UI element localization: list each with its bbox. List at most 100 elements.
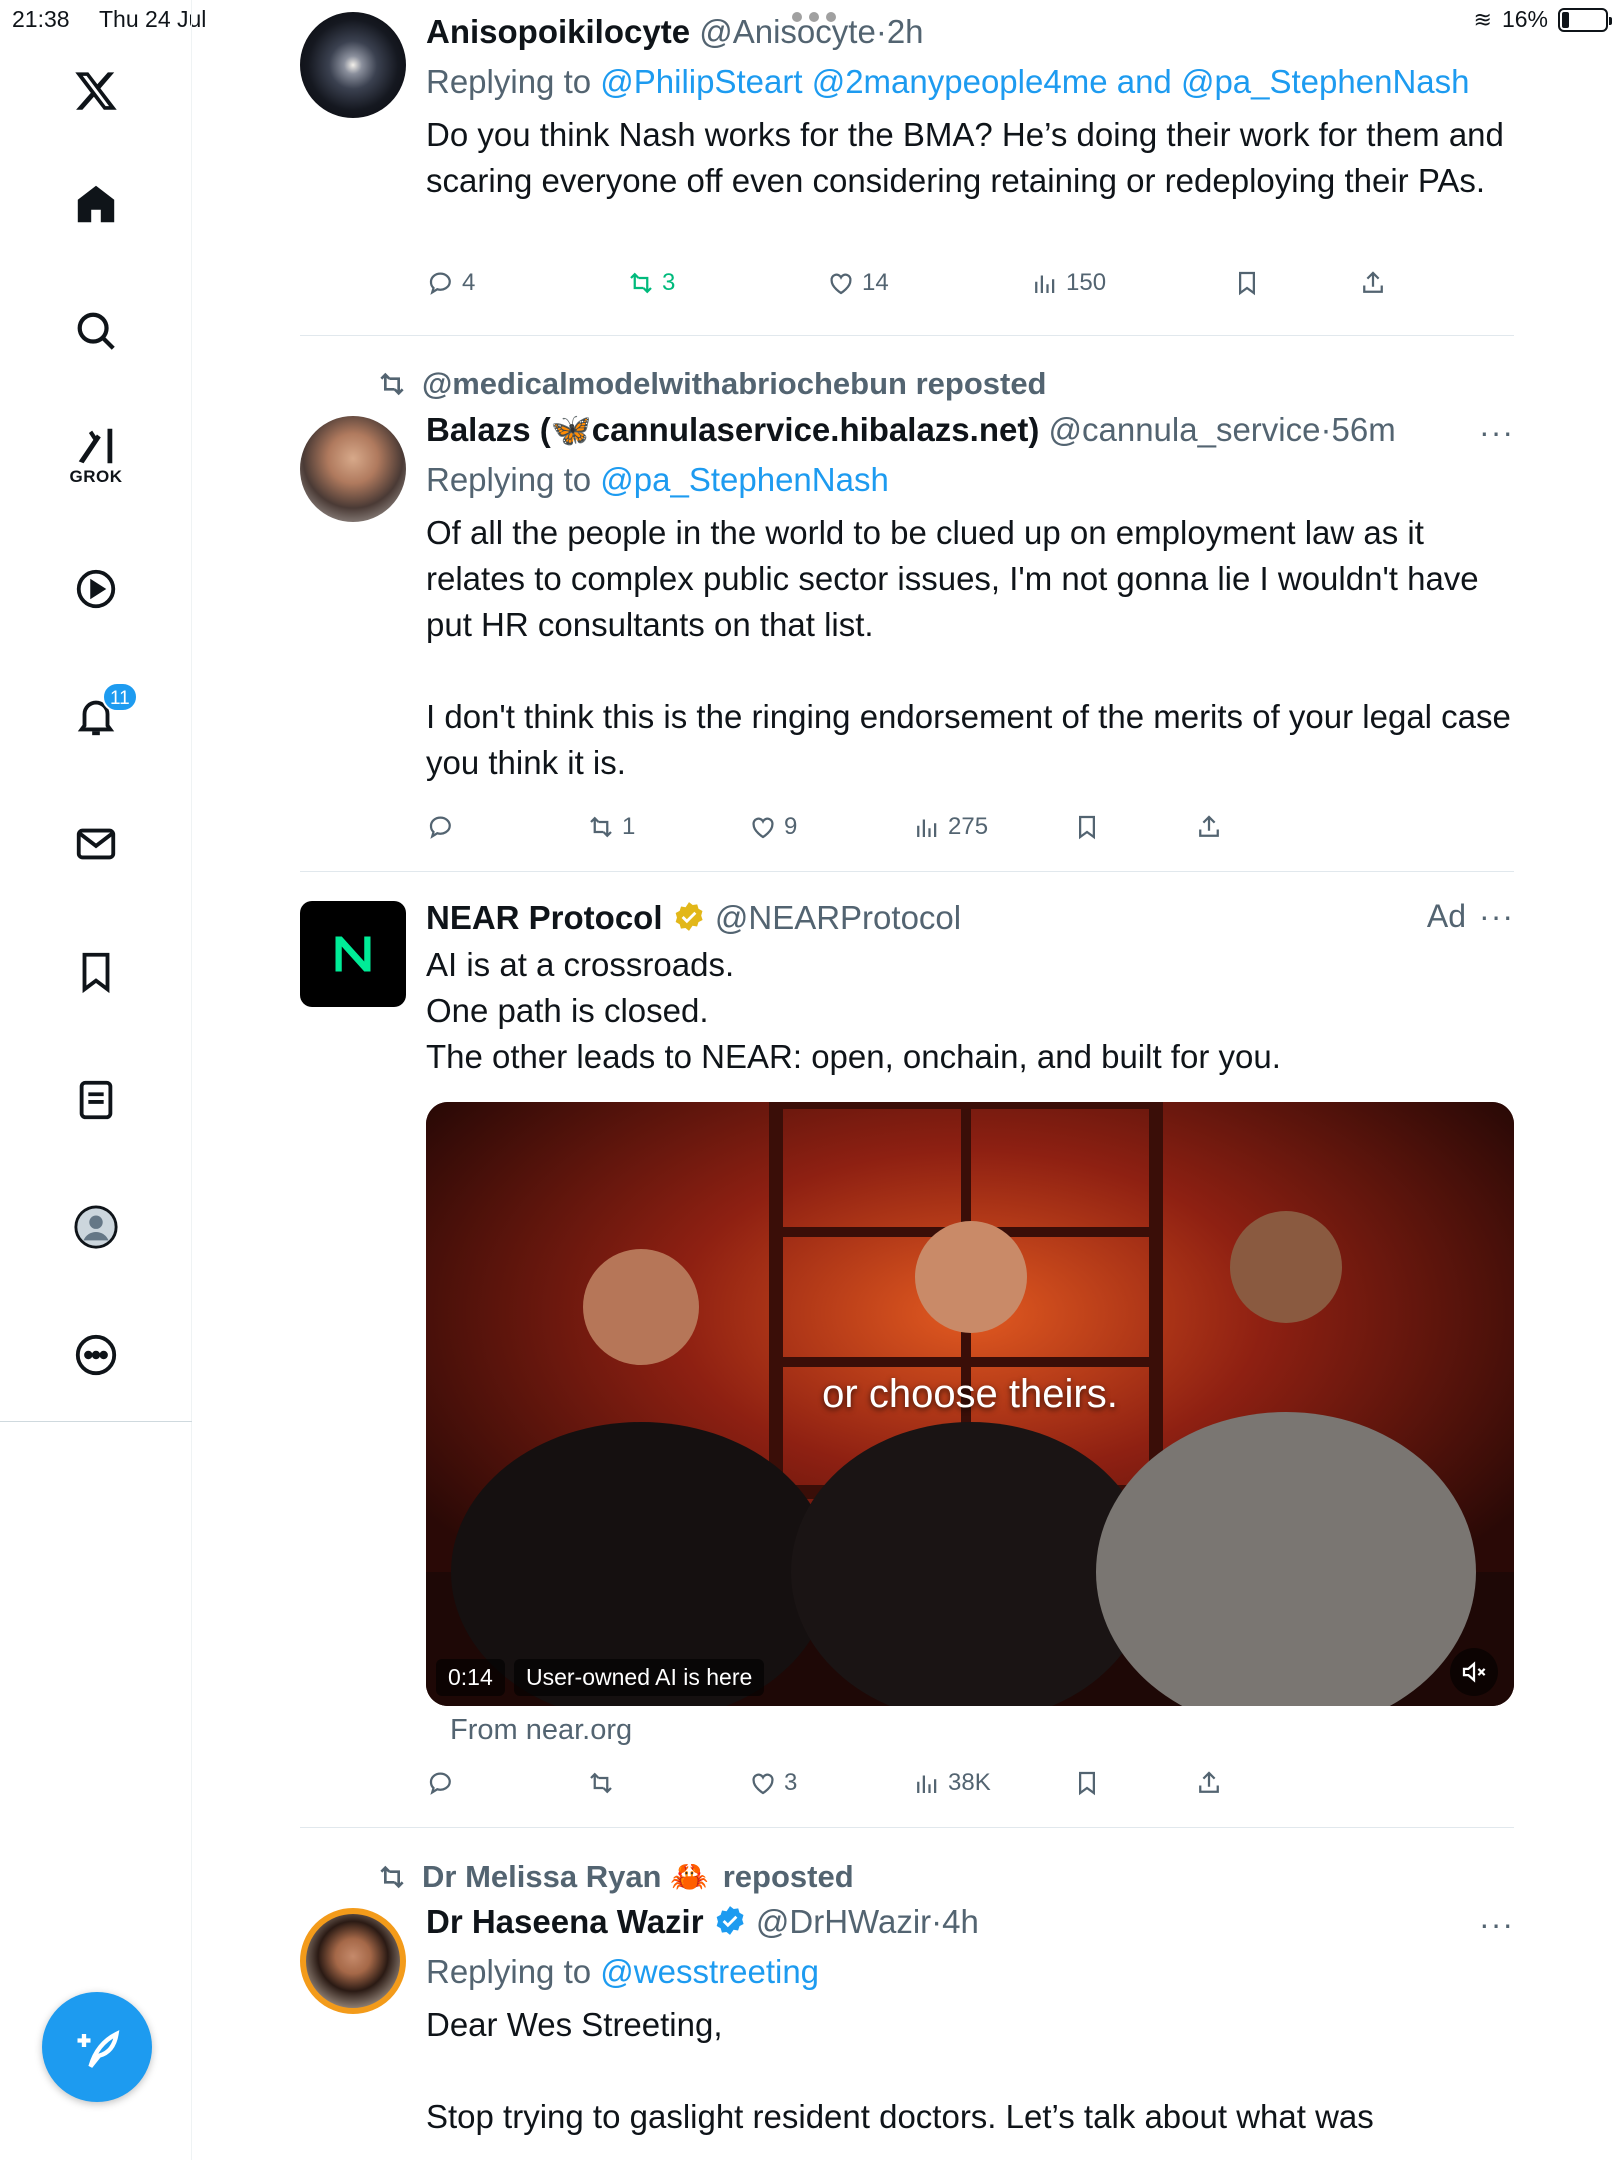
- separator-dot: ·: [875, 13, 887, 50]
- replying-prefix: Replying to: [426, 1953, 592, 1990]
- tweet-text: AI is at a crossroads. One path is close…: [426, 946, 1281, 1075]
- tweet-header: Dr Haseena Wazir @DrHWazir·4h: [426, 1900, 1514, 1944]
- replying-prefix: Replying to: [426, 63, 592, 100]
- avatar[interactable]: [300, 1908, 406, 2014]
- tweet-text: Of all the people in the world to be clu…: [426, 514, 1511, 781]
- video-player[interactable]: or choose theirs. 0:14 User-owned AI is …: [426, 1102, 1514, 1706]
- repost-button[interactable]: 1: [586, 812, 635, 842]
- avatar[interactable]: [300, 416, 406, 522]
- more-options-button[interactable]: ···: [1479, 898, 1514, 935]
- more-options-button[interactable]: ···: [1479, 1906, 1514, 1943]
- author-name[interactable]: Dr Haseena Wazir: [426, 1903, 704, 1940]
- share-button[interactable]: [1194, 812, 1224, 842]
- like-count: 14: [862, 269, 889, 296]
- author-name[interactable]: Balazs (🦋cannulaservice.hibalazs.net): [426, 411, 1039, 448]
- reposted-by[interactable]: @medicalmodelwithabriochebun reposted: [422, 366, 1047, 402]
- like-button[interactable]: 9: [748, 812, 797, 842]
- grok-icon[interactable]: GROK: [60, 415, 132, 505]
- author-handle[interactable]: @NEARProtocol: [715, 899, 961, 936]
- tweet-header: Anisopoikilocyte @Anisocyte·2h: [426, 10, 1514, 54]
- replying-to-link[interactable]: @wesstreeting: [600, 1953, 819, 1990]
- repost-button[interactable]: [586, 1768, 622, 1798]
- repost-context: @medicalmodelwithabriochebun reposted: [376, 366, 1047, 402]
- reply-button[interactable]: 4: [426, 268, 475, 298]
- mail-icon[interactable]: [60, 808, 132, 880]
- view-count: 38K: [948, 1769, 991, 1796]
- replying-to: Replying to @PhilipSteart @2manypeople4m…: [426, 58, 1514, 106]
- views-button[interactable]: 150: [1030, 268, 1106, 298]
- compose-button[interactable]: [42, 1992, 152, 2102]
- repost-count: 3: [662, 269, 676, 296]
- tweet-header: NEAR Protocol @NEARProtocol: [426, 896, 1514, 940]
- replying-to-link[interactable]: @PhilipSteart @2manypeople4me and @pa_St…: [600, 63, 1469, 100]
- like-button[interactable]: 14: [826, 268, 889, 298]
- view-count: 150: [1066, 269, 1107, 296]
- bookmark-button[interactable]: [1072, 1768, 1102, 1798]
- repost-count: 1: [622, 813, 636, 840]
- share-button[interactable]: [1358, 268, 1388, 298]
- views-button[interactable]: 38K: [912, 1768, 991, 1798]
- bookmark-button[interactable]: [1232, 268, 1262, 298]
- search-icon[interactable]: [60, 295, 132, 367]
- tweet-header: Balazs (🦋cannulaservice.hibalazs.net) @c…: [426, 408, 1514, 452]
- reposted-suffix: reposted: [722, 1858, 854, 1894]
- tweet-divider: [300, 335, 1514, 336]
- replying-to: Replying to @pa_StephenNash: [426, 456, 1514, 504]
- separator-dot: ·: [931, 1903, 943, 1940]
- timestamp[interactable]: 4h: [942, 1903, 979, 1940]
- home-icon[interactable]: [60, 168, 132, 240]
- repost-icon: [380, 372, 404, 396]
- video-icon[interactable]: [60, 553, 132, 625]
- tweet-divider: [300, 871, 1514, 872]
- bookmark-button[interactable]: [1072, 812, 1102, 842]
- view-count: 275: [948, 813, 989, 840]
- tweet-text: Do you think Nash works for the BMA? He’…: [426, 116, 1504, 199]
- reply-button[interactable]: [426, 1768, 462, 1798]
- lists-icon[interactable]: [60, 1064, 132, 1136]
- verified-icon: [716, 1906, 744, 1935]
- bookmark-icon[interactable]: [60, 936, 132, 1008]
- views-button[interactable]: 275: [912, 812, 988, 842]
- like-count: 3: [784, 1769, 798, 1796]
- more-options-button[interactable]: ···: [1479, 414, 1514, 451]
- tweet-actions: 4 3 14 150: [426, 268, 1416, 308]
- reply-button[interactable]: [426, 812, 462, 842]
- separator-dot: ·: [1320, 411, 1332, 448]
- near-logo-avatar[interactable]: [300, 901, 406, 1007]
- notifications-badge: 11: [102, 682, 138, 712]
- ad-label: Ad: [1426, 898, 1466, 934]
- share-button[interactable]: [1194, 1768, 1224, 1798]
- like-button[interactable]: 3: [748, 1768, 797, 1798]
- bell-icon[interactable]: 11: [60, 680, 138, 752]
- author-name[interactable]: Anisopoikilocyte: [426, 13, 690, 50]
- battery-icon: [1558, 7, 1612, 32]
- author-name[interactable]: NEAR Protocol: [426, 899, 663, 936]
- more-icon[interactable]: [60, 1319, 132, 1391]
- video-caption: or choose theirs.: [822, 1372, 1118, 1416]
- tweet-actions: 3 38K: [426, 1768, 1416, 1808]
- mute-icon[interactable]: [1450, 1648, 1498, 1696]
- gold-verified-icon: [675, 902, 703, 931]
- reply-count: 4: [462, 269, 476, 296]
- repost-context: Dr Melissa Ryan 🦀 reposted: [376, 1858, 854, 1895]
- timestamp[interactable]: 56m: [1331, 411, 1395, 448]
- profile-icon[interactable]: [60, 1191, 132, 1263]
- like-count: 9: [784, 813, 798, 840]
- replying-to-link[interactable]: @pa_StephenNash: [600, 461, 889, 498]
- repost-button[interactable]: 3: [626, 268, 675, 298]
- video-title: User-owned AI is here: [514, 1659, 765, 1696]
- x-logo-icon[interactable]: [60, 55, 132, 127]
- author-handle[interactable]: @Anisocyte: [699, 13, 876, 50]
- timestamp[interactable]: 2h: [887, 13, 924, 50]
- tweet-divider: [300, 1827, 1514, 1828]
- avatar[interactable]: [300, 12, 406, 118]
- tweet-text: Dear Wes Streeting, Stop trying to gasli…: [426, 2006, 1374, 2135]
- author-handle[interactable]: @DrHWazir: [756, 1903, 931, 1940]
- replying-prefix: Replying to: [426, 461, 592, 498]
- repost-icon: [380, 1865, 404, 1888]
- near-logo-icon: [335, 936, 371, 972]
- reposted-by-name[interactable]: Dr Melissa Ryan 🦀: [422, 1858, 709, 1895]
- ad-source[interactable]: From near.org: [450, 1714, 632, 1747]
- author-handle[interactable]: @cannula_service: [1049, 411, 1321, 448]
- replying-to: Replying to @wesstreeting: [426, 1948, 1514, 1996]
